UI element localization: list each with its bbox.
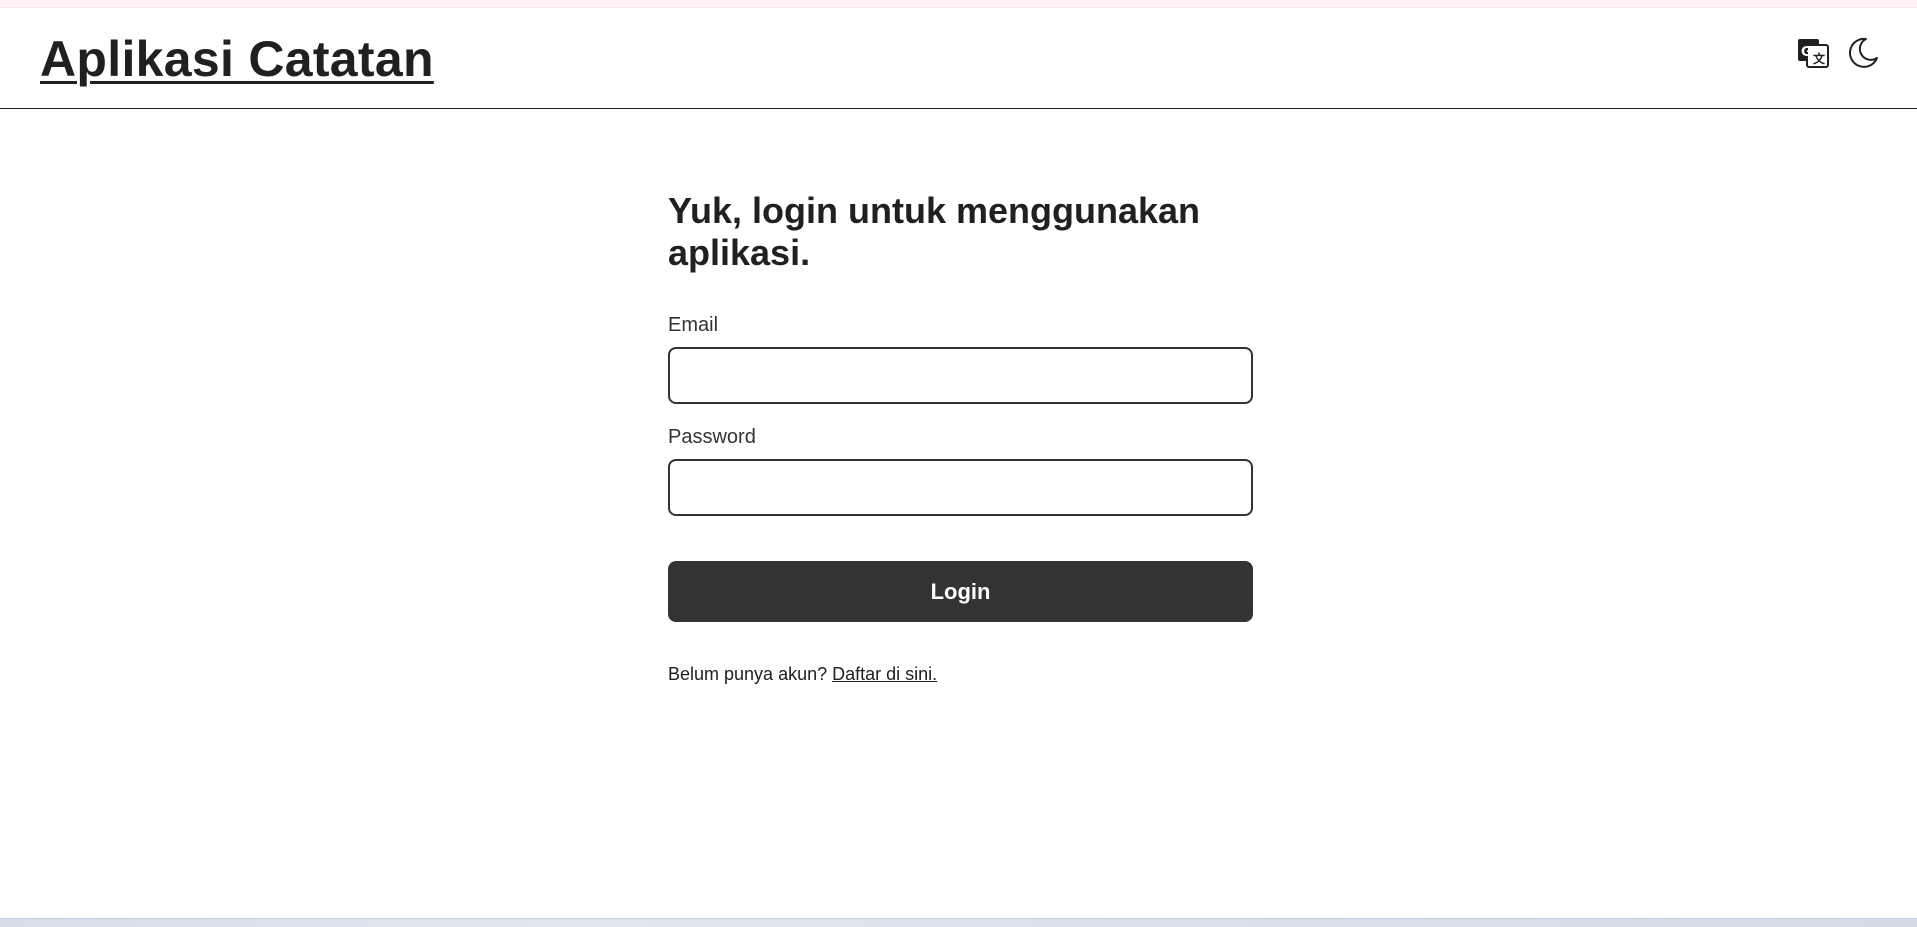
password-field-group: Password — [668, 426, 1253, 516]
register-prompt: Belum punya akun? — [668, 664, 828, 684]
register-link[interactable]: Daftar di sini. — [832, 664, 937, 684]
app-title-link[interactable]: Aplikasi Catatan — [40, 30, 434, 88]
email-label: Email — [668, 314, 719, 336]
password-label: Password — [668, 426, 756, 448]
header-actions: G 文 — [1795, 36, 1881, 72]
email-input[interactable] — [668, 347, 1253, 404]
app-header: Aplikasi Catatan G 文 — [0, 8, 1917, 109]
moon-icon — [1846, 36, 1880, 73]
register-line: Belum punya akun? Daftar di sini. — [668, 664, 1253, 685]
theme-toggle-button[interactable] — [1845, 36, 1881, 72]
password-input[interactable] — [668, 459, 1253, 516]
login-heading: Yuk, login untuk menggunakan aplikasi. — [668, 190, 1201, 273]
login-section: Yuk, login untuk menggunakan aplikasi. E… — [668, 190, 1253, 685]
svg-text:文: 文 — [1813, 51, 1826, 66]
login-button[interactable]: Login — [668, 561, 1253, 622]
taskbar-strip — [0, 918, 1917, 927]
browser-top-strip — [0, 0, 1917, 8]
svg-text:G: G — [1801, 45, 1812, 60]
email-field-group: Email — [668, 314, 1253, 404]
translate-button[interactable]: G 文 — [1795, 36, 1831, 72]
translate-icon: G 文 — [1796, 36, 1830, 73]
